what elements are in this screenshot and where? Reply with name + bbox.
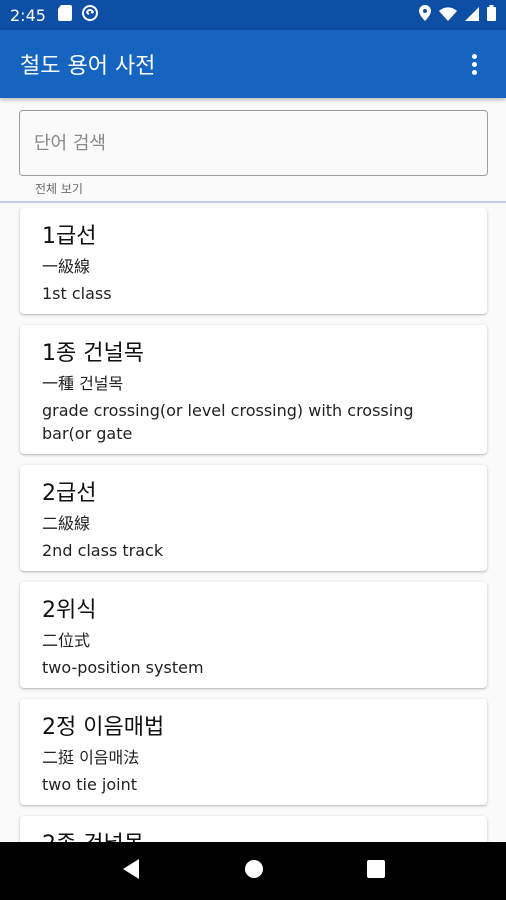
term-english: grade crossing(or level crossing) with c… (42, 401, 414, 443)
list-item[interactable]: 2정 이음매법 二挺 이음매法 two tie joint (20, 699, 487, 805)
term-title: 2위식 (42, 598, 97, 623)
term-english: 1st class (42, 284, 112, 303)
wifi-icon (439, 6, 457, 25)
search-input[interactable] (34, 132, 473, 154)
term-english: two-position system (42, 658, 204, 677)
search-field[interactable] (19, 110, 488, 176)
home-icon[interactable] (244, 859, 264, 883)
term-english: 2nd class track (42, 541, 164, 560)
term-list[interactable]: 1급선 一級線 1st class 1종 건널목 一種 건널목 grade cr… (0, 208, 506, 842)
term-english: two tie joint (42, 775, 137, 794)
navigation-bar (0, 842, 506, 900)
term-hanja: 二級線 (42, 514, 91, 533)
sd-card-icon (57, 5, 72, 25)
term-hanja: 一級線 (42, 257, 91, 276)
term-title: 2정 이음매법 (42, 715, 165, 740)
term-hanja: 一種 건널목 (42, 374, 124, 393)
back-icon[interactable] (121, 858, 141, 884)
list-item[interactable]: 1급선 一級線 1st class (20, 208, 487, 314)
recents-icon[interactable] (366, 860, 385, 882)
term-title: 1종 건널목 (42, 341, 144, 366)
overflow-menu-icon[interactable] (462, 48, 486, 80)
term-hanja: 二位式 (42, 631, 91, 650)
app-title: 철도 용어 사전 (20, 54, 156, 79)
list-item[interactable]: 2종 건널목 (20, 816, 487, 842)
search-helper-text: 전체 보기 (35, 182, 83, 196)
status-time: 2:45 (10, 5, 46, 25)
term-title: 1급선 (42, 224, 97, 249)
list-item[interactable]: 2위식 二位式 two-position system (20, 582, 487, 688)
app-bar: 철도 용어 사전 (0, 30, 506, 98)
term-title: 2급선 (42, 481, 97, 506)
sync-icon (81, 5, 98, 25)
term-hanja: 二挺 이음매法 (42, 748, 140, 767)
battery-icon (487, 5, 496, 25)
list-item[interactable]: 1종 건널목 一種 건널목 grade crossing(or level cr… (20, 325, 487, 454)
divider (0, 201, 506, 203)
list-item[interactable]: 2급선 二級線 2nd class track (20, 465, 487, 571)
term-title: 2종 건널목 (42, 830, 465, 842)
status-bar: 2:45 (0, 0, 506, 30)
signal-icon (465, 6, 479, 25)
location-icon (419, 5, 431, 25)
